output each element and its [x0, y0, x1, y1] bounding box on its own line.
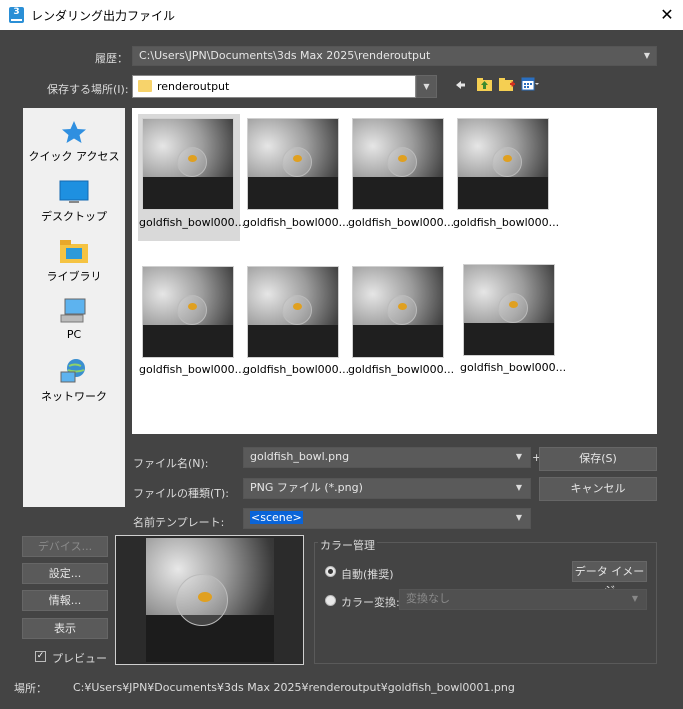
place-pc[interactable]: PC — [23, 298, 125, 341]
view-menu-icon[interactable] — [520, 75, 540, 93]
filename-combobox[interactable]: goldfish_bowl.png ▼ — [243, 447, 531, 468]
file-thumbnail[interactable] — [142, 266, 234, 358]
history-label: 履歴： — [95, 52, 128, 65]
file-name[interactable]: goldfish_bowl000... — [243, 363, 349, 376]
file-name[interactable]: goldfish_bowl000... — [139, 363, 245, 376]
places-bar: クイック アクセス デスクトップ ライブラリ PC ネットワーク — [23, 108, 125, 507]
convert-label: カラー変換: — [341, 596, 400, 609]
cancel-button[interactable]: キャンセル — [539, 477, 657, 501]
filetype-value: PNG ファイル (*.png) — [250, 481, 363, 494]
preview-check-label: プレビュー — [52, 652, 107, 665]
name-template-value: <scene> — [250, 511, 303, 524]
file-name[interactable]: goldfish_bowl000... — [243, 216, 349, 229]
app-icon: 3 — [9, 7, 24, 23]
pc-icon — [60, 298, 86, 323]
file-name[interactable]: goldfish_bowl000... — [348, 363, 454, 376]
library-icon — [60, 240, 88, 263]
filename-label: ファイル名(N): — [133, 457, 209, 470]
history-value: C:\Users\JPN\Documents\3ds Max 2025\rend… — [139, 49, 431, 62]
filename-value: goldfish_bowl.png — [250, 450, 350, 463]
file-list[interactable]: goldfish_bowl000... goldfish_bowl000... … — [132, 108, 657, 434]
save-in-value: renderoutput — [157, 80, 230, 93]
location-label: 場所： — [14, 682, 47, 695]
close-button[interactable]: ✕ — [655, 4, 679, 26]
name-template-label: 名前テンプレート: — [133, 516, 225, 529]
view-button[interactable]: 表示 — [22, 618, 108, 639]
convert-value: 変換なし — [406, 592, 450, 605]
save-in-dropdown[interactable]: renderoutput — [132, 75, 416, 98]
setup-button[interactable]: 設定... — [22, 563, 108, 584]
place-quick-access[interactable]: クイック アクセス — [23, 120, 125, 164]
place-library[interactable]: ライブラリ — [23, 238, 125, 284]
file-thumbnail[interactable] — [457, 118, 549, 210]
auto-radio[interactable] — [325, 566, 336, 577]
window-title: レンダリング出力ファイル — [31, 9, 176, 23]
chevron-down-icon: ▼ — [515, 452, 522, 461]
filetype-dropdown[interactable]: PNG ファイル (*.png) ▼ — [243, 478, 531, 499]
folder-icon — [138, 80, 152, 92]
file-thumbnail[interactable] — [463, 264, 555, 356]
file-thumbnail[interactable] — [247, 118, 339, 210]
chevron-down-icon: ▼ — [515, 513, 522, 522]
chevron-down-icon: ▼ — [631, 594, 638, 603]
star-icon — [62, 121, 86, 143]
place-desktop[interactable]: デスクトップ — [23, 180, 125, 224]
place-label: クイック アクセス — [28, 150, 120, 163]
filetype-label: ファイルの種類(T): — [133, 487, 230, 500]
place-label: PC — [66, 328, 82, 341]
network-icon — [60, 359, 85, 383]
save-in-dropdown-button[interactable]: ▼ — [416, 75, 437, 98]
place-label: デスクトップ — [41, 210, 107, 223]
up-folder-icon[interactable] — [476, 75, 494, 93]
devices-button[interactable]: デバイス... — [22, 536, 108, 557]
auto-radio-label: 自動(推奨) — [341, 568, 394, 581]
chevron-down-icon: ▼ — [643, 51, 650, 60]
name-template-dropdown[interactable]: <scene> ▼ — [243, 508, 531, 529]
file-name[interactable]: goldfish_bowl000... — [348, 216, 454, 229]
place-label: ライブラリ — [46, 270, 102, 283]
app-icon-label: 3 — [13, 7, 20, 17]
history-dropdown[interactable]: C:\Users\JPN\Documents\3ds Max 2025\rend… — [132, 46, 657, 66]
location-value: C:¥Users¥JPN¥Documents¥3ds Max 2025¥rend… — [73, 681, 515, 694]
color-management-title: カラー管理 — [318, 537, 377, 553]
file-name[interactable]: goldfish_bowl000... — [460, 361, 566, 374]
file-thumbnail[interactable] — [247, 266, 339, 358]
file-name[interactable]: goldfish_bowl000... — [453, 216, 559, 229]
place-label: ネットワーク — [41, 390, 107, 403]
file-thumbnail[interactable] — [352, 266, 444, 358]
back-arrow-icon[interactable] — [453, 78, 467, 92]
new-folder-icon[interactable] — [498, 75, 516, 93]
info-button[interactable]: 情報... — [22, 590, 108, 611]
file-thumbnail[interactable] — [352, 118, 444, 210]
convert-dropdown[interactable]: 変換なし ▼ — [399, 589, 647, 610]
preview-checkbox[interactable]: ✓ — [35, 651, 46, 662]
desktop-icon — [59, 180, 89, 203]
data-image-button[interactable]: データ イメージ — [572, 561, 647, 597]
chevron-down-icon: ▼ — [515, 483, 522, 492]
file-thumbnail[interactable] — [142, 118, 234, 210]
title-bar: 3 レンダリング出力ファイル ✕ — [0, 0, 683, 30]
save-button[interactable]: 保存(S) — [539, 447, 657, 471]
save-in-label: 保存する場所(I): — [47, 83, 129, 96]
file-name[interactable]: goldfish_bowl000... — [139, 216, 245, 229]
place-network[interactable]: ネットワーク — [23, 358, 125, 404]
preview-image — [115, 535, 304, 665]
convert-radio[interactable] — [325, 595, 336, 606]
